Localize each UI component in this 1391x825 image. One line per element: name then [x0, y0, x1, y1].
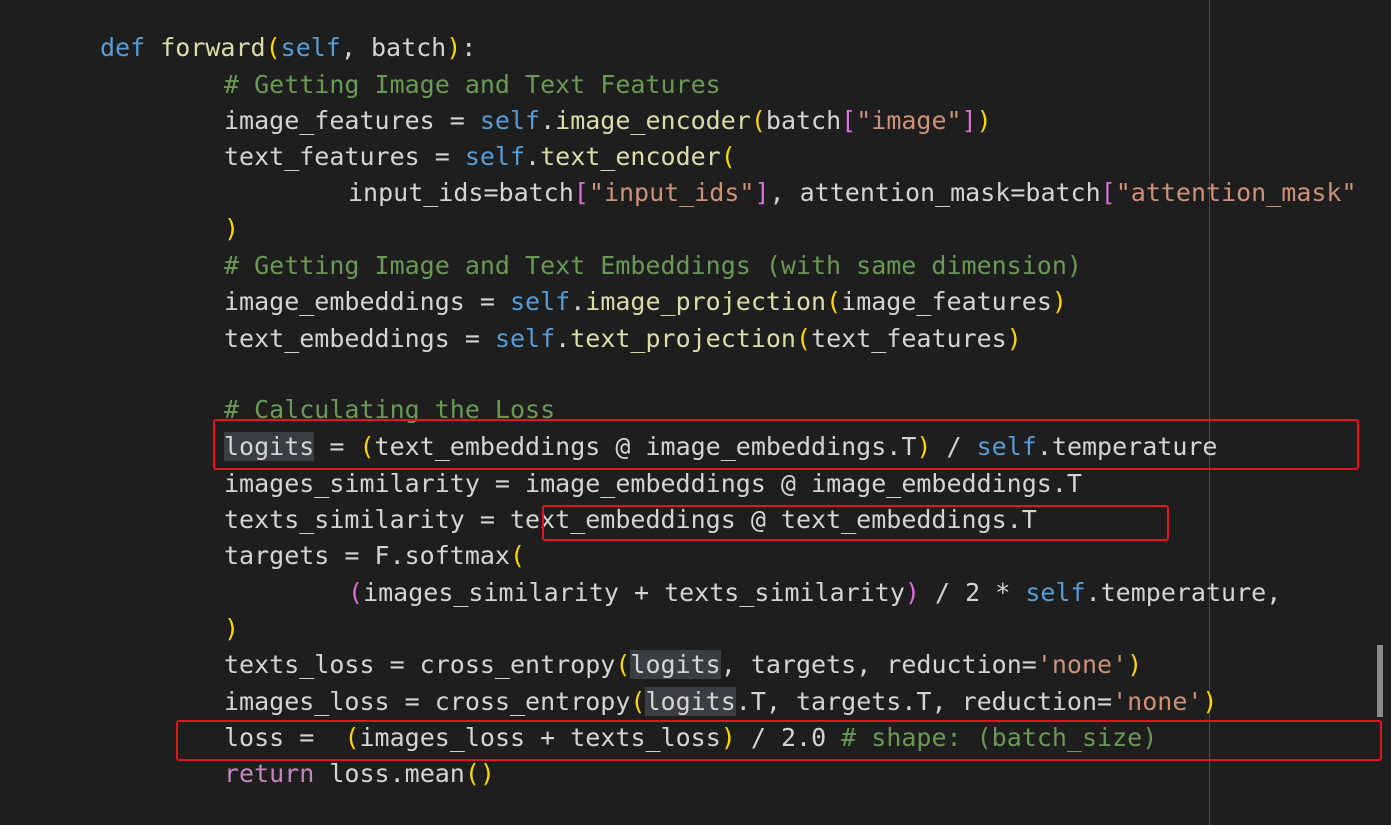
code-line-softmax-args[interactable]: (images_similarity + texts_similarity) /… — [348, 575, 1281, 611]
code-line-texts-loss[interactable]: texts_loss = cross_entropy(logits, targe… — [224, 647, 1142, 683]
code-line-comment-features[interactable]: # Getting Image and Text Features — [224, 67, 721, 103]
highlight-box-texts-similarity — [542, 505, 1169, 541]
code-editor[interactable]: def forward(self, batch): # Getting Imag… — [0, 0, 1391, 825]
highlight-box-loss — [176, 720, 1382, 761]
code-line-close-paren-2[interactable]: ) — [224, 611, 239, 647]
keyword-def: def — [100, 33, 146, 62]
code-line-text-features[interactable]: text_features = self.text_encoder( — [224, 139, 736, 175]
highlight-box-logits — [213, 419, 1359, 470]
code-line-comment-embeddings[interactable]: # Getting Image and Text Embeddings (wit… — [224, 248, 1082, 284]
vertical-scrollbar-thumb[interactable] — [1377, 645, 1383, 717]
code-line-return[interactable]: return loss.mean() — [224, 756, 495, 792]
code-line-image-embeddings[interactable]: image_embeddings = self.image_projection… — [224, 284, 1067, 320]
code-line-def[interactable]: def forward(self, batch): — [100, 30, 476, 66]
code-line-close-paren[interactable]: ) — [224, 211, 239, 247]
code-line-encoder-args[interactable]: input_ids=batch["input_ids"], attention_… — [348, 175, 1357, 211]
code-line-text-embeddings[interactable]: text_embeddings = self.text_projection(t… — [224, 321, 1022, 357]
param-batch: batch — [370, 33, 447, 62]
function-name: forward — [160, 33, 266, 62]
code-line-images-similarity[interactable]: images_similarity = image_embeddings @ i… — [224, 466, 1082, 502]
param-self: self — [280, 33, 341, 62]
code-line-targets[interactable]: targets = F.softmax( — [224, 538, 525, 574]
code-line-image-features[interactable]: image_features = self.image_encoder(batc… — [224, 103, 992, 139]
code-line-images-loss[interactable]: images_loss = cross_entropy(logits.T, ta… — [224, 684, 1217, 720]
